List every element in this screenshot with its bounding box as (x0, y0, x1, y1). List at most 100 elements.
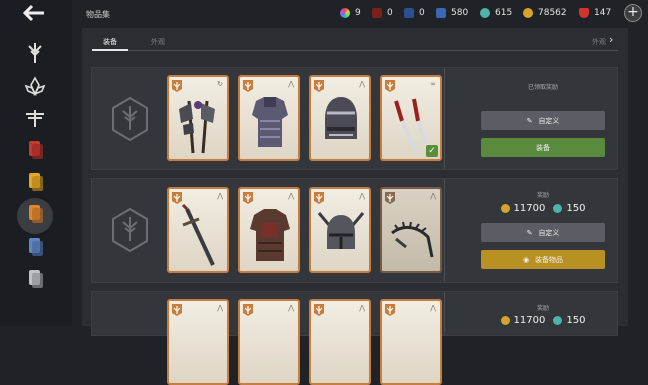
left-sidebar (0, 0, 72, 326)
tier-icon: ⋀ (359, 80, 365, 88)
currency-value: 147 (594, 8, 612, 18)
horned-helm-icon (317, 212, 365, 249)
tab-equipment[interactable]: 装备 (103, 37, 117, 47)
brush-icon: ✎ (526, 228, 533, 237)
teal-gear-icon (480, 8, 490, 18)
item-card[interactable]: ⋀ (380, 187, 442, 273)
currency-value: 78562 (538, 8, 567, 18)
set-price: 11700 150 (481, 203, 605, 214)
set-price: 11700 150 (481, 315, 605, 326)
chevron-right-icon[interactable]: › (609, 33, 613, 46)
dual-axe-icon (179, 100, 215, 154)
currency-gold-coins: 78562 (523, 8, 567, 18)
set-divider (444, 179, 445, 282)
great-helm-icon (325, 97, 357, 139)
teal-gear-icon (553, 204, 563, 213)
tab-appearance[interactable]: 外观 (151, 37, 165, 47)
currency-value: 0 (419, 8, 425, 18)
teal-gear-icon (553, 316, 563, 325)
greatsword-icon (181, 203, 215, 266)
price-gold: 11700 (513, 203, 546, 214)
currency-value: 9 (355, 8, 361, 18)
price-label: 奖励 (536, 192, 549, 199)
plate-armor-icon (252, 97, 288, 147)
eye-icon: ◉ (522, 255, 530, 264)
link-icon: ∞ (430, 80, 436, 88)
equip-items-label: 装备物品 (535, 255, 564, 264)
add-currency-button[interactable]: + (624, 4, 642, 22)
item-card[interactable]: ⋀ (309, 299, 371, 385)
tier-icon: ⋀ (288, 304, 294, 312)
currency-orbs: 9 (340, 8, 361, 18)
currency-blue-shields: 0 (404, 8, 425, 18)
top-bar: 物品集 9 0 0 580 615 78562 147 + (72, 0, 648, 28)
rarity-emblem-icon (172, 304, 182, 316)
tab-appearance-right[interactable]: 外观 (592, 37, 606, 47)
tier-icon: ⋀ (288, 80, 294, 88)
brush-icon: ✎ (526, 116, 533, 125)
currency-red-gems: 0 (372, 8, 393, 18)
item-card[interactable]: ⋀ (309, 75, 371, 161)
equipped-check-icon: ✓ (426, 145, 438, 157)
blue-shield-icon (404, 8, 414, 18)
price-gear: 150 (566, 315, 586, 326)
currency-value: 580 (451, 8, 469, 18)
item-card[interactable]: ⋀ (380, 299, 442, 385)
currency-value: 0 (387, 8, 393, 18)
tier-icon: ⋀ (288, 192, 294, 200)
dragonfly-emblem-icon[interactable] (20, 103, 50, 133)
set-divider (444, 68, 445, 169)
item-card[interactable]: ⋀ (167, 299, 229, 385)
gold-coin-icon (500, 204, 510, 213)
item-card[interactable]: ⋀ (238, 75, 300, 161)
ruby-icon (579, 8, 589, 18)
refresh-icon: ↻ (217, 80, 223, 88)
set-emblem-icon (110, 207, 150, 253)
set-status: 已领取奖励 (527, 84, 558, 91)
customize-button[interactable]: ✎ 自定义 (481, 111, 605, 130)
currency-teal-gears: 615 (480, 8, 512, 18)
collection-panel: 装备 外观 外观 › ↻ ⋀ ⋀ ∞ ✓ 已领取奖励 ✎ 自定义 装备 ⋀ ⋀ … (82, 28, 628, 385)
item-card[interactable]: ↻ (167, 75, 229, 161)
tab-divider (92, 50, 618, 51)
tier-icon: ⋀ (217, 192, 223, 200)
equip-items-button[interactable]: ◉ 装备物品 (481, 250, 605, 269)
page-title: 物品集 (86, 10, 110, 19)
sword-emblem-icon[interactable] (20, 38, 50, 68)
customize-button[interactable]: ✎ 自定义 (481, 223, 605, 242)
spiked-whip-icon (391, 221, 434, 258)
tier-icon: ⋀ (359, 304, 365, 312)
rarity-emblem-icon (243, 304, 253, 316)
currency-rubies: 147 (579, 8, 611, 18)
item-card[interactable]: ⋀ (309, 187, 371, 273)
item-card[interactable]: ⋀ (167, 187, 229, 273)
price-label: 奖励 (536, 305, 549, 312)
price-gear: 150 (566, 203, 586, 214)
tier-icon: ⋀ (430, 304, 436, 312)
rarity-emblem-icon (385, 304, 395, 316)
price-gold: 11700 (513, 315, 546, 326)
leather-armor-icon (250, 209, 290, 261)
red-gem-icon (372, 8, 382, 18)
set-divider (444, 292, 445, 335)
equipment-set-row: ⋀ ⋀ ⋀ ⋀ 奖励 11700 150 (91, 291, 618, 385)
gold-coin-icon (523, 8, 533, 18)
item-card[interactable]: ∞ ✓ (380, 75, 442, 161)
equip-button[interactable]: 装备 (481, 138, 605, 157)
rarity-emblem-icon (314, 304, 324, 316)
currency-value: 615 (495, 8, 513, 18)
tier-icon: ⋀ (217, 304, 223, 312)
set-emblem-icon (110, 96, 150, 142)
currency-blue-badges: 580 (436, 8, 468, 18)
back-arrow-icon[interactable] (22, 4, 46, 22)
multicolor-orb-icon (340, 8, 350, 18)
blue-badge-icon (436, 8, 446, 18)
item-card[interactable]: ⋀ (238, 299, 300, 385)
lotus-emblem-icon[interactable] (20, 71, 50, 101)
equipment-set-row: ↻ ⋀ ⋀ ∞ ✓ 已领取奖励 ✎ 自定义 装备 (91, 67, 618, 170)
customize-label: 自定义 (538, 228, 560, 237)
tier-icon: ⋀ (359, 192, 365, 200)
tier-icon: ⋀ (430, 192, 436, 200)
equipment-set-row: ⋀ ⋀ ⋀ ⋀ 奖励 11700 150 ✎ 自定义 ◉ 装备物品 (91, 178, 618, 283)
item-card[interactable]: ⋀ (238, 187, 300, 273)
